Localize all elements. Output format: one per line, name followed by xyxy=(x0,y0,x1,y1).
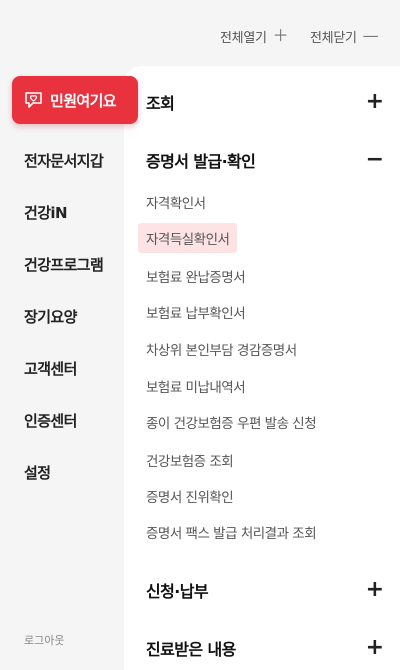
menu-item-qualification-cert[interactable]: 자격확인서 xyxy=(146,192,206,212)
menu-item-paper-card-mail[interactable]: 종이 건강보험증 우편 발송 신청 xyxy=(146,412,317,432)
expand-icon[interactable]: + xyxy=(366,91,384,113)
sidebar-item-health-in[interactable]: 건강iN xyxy=(24,202,68,223)
menu-item-unpaid-premium[interactable]: 보험료 미납내역서 xyxy=(146,376,246,396)
section-title: 조회 xyxy=(146,94,175,113)
sidebar-item-long-term-care[interactable]: 장기요양 xyxy=(24,306,77,327)
expand-icon[interactable]: + xyxy=(366,579,384,601)
menu-item-copay-reduction-cert[interactable]: 차상위 본인부담 경감증명서 xyxy=(146,339,297,359)
section-title: 진료받은 내용 xyxy=(146,640,236,659)
menu-item-premium-payment-cert[interactable]: 보험료 납부확인서 xyxy=(146,302,246,322)
sidebar: 전자문서지갑 건강iN 건강프로그램 장기요양 고객센터 인증센터 설정 로그아… xyxy=(0,66,124,670)
collapse-all-button[interactable]: 전체닫기 — xyxy=(310,26,379,46)
top-bar: 전체열기 ＋ 전체닫기 — xyxy=(0,0,400,66)
sidebar-item-label: 민원여기요 xyxy=(50,91,117,110)
minus-icon: — xyxy=(362,26,379,45)
menu-item-fax-result[interactable]: 증명서 팩스 발급 처리결과 조회 xyxy=(146,522,317,542)
sidebar-item-cert-center[interactable]: 인증센터 xyxy=(24,410,77,431)
menu-item-cert-verify[interactable]: 증명서 진위확인 xyxy=(146,486,234,506)
sidebar-item-health-program[interactable]: 건강프로그램 xyxy=(24,254,104,275)
sidebar-item-settings[interactable]: 설정 xyxy=(24,462,51,483)
collapse-icon[interactable]: − xyxy=(366,149,384,171)
menu-item-card-inquiry[interactable]: 건강보험증 조회 xyxy=(146,450,234,470)
logout-link[interactable]: 로그아웃 xyxy=(24,632,64,648)
expand-icon[interactable]: + xyxy=(366,637,384,659)
expand-all-label: 전체열기 xyxy=(220,30,267,46)
section-inquiry[interactable]: 조회 + xyxy=(146,90,384,114)
menu-panel: 조회 + 증명서 발급·확인 − 자격확인서 자격득실확인서 보험료 완납증명서… xyxy=(124,66,400,670)
section-title: 신청·납부 xyxy=(146,582,209,601)
heart-chat-icon xyxy=(25,92,42,108)
sidebar-item-e-document-wallet[interactable]: 전자문서지갑 xyxy=(24,150,104,171)
menu-item-premium-paid-cert[interactable]: 보험료 완납증명서 xyxy=(146,266,246,286)
collapse-all-label: 전체닫기 xyxy=(310,30,357,46)
menu-item-qualification-change-cert[interactable]: 자격득실확인서 xyxy=(138,223,238,253)
sidebar-item-civil-service[interactable]: 민원여기요 xyxy=(12,76,138,124)
section-certificate[interactable]: 증명서 발급·확인 − xyxy=(146,148,384,172)
sidebar-item-customer-center[interactable]: 고객센터 xyxy=(24,358,77,379)
section-title: 증명서 발급·확인 xyxy=(146,152,256,171)
section-apply-pay[interactable]: 신청·납부 + xyxy=(146,578,384,602)
expand-all-button[interactable]: 전체열기 ＋ xyxy=(220,26,289,46)
section-treatment[interactable]: 진료받은 내용 + xyxy=(146,636,384,660)
plus-icon: ＋ xyxy=(272,26,289,45)
